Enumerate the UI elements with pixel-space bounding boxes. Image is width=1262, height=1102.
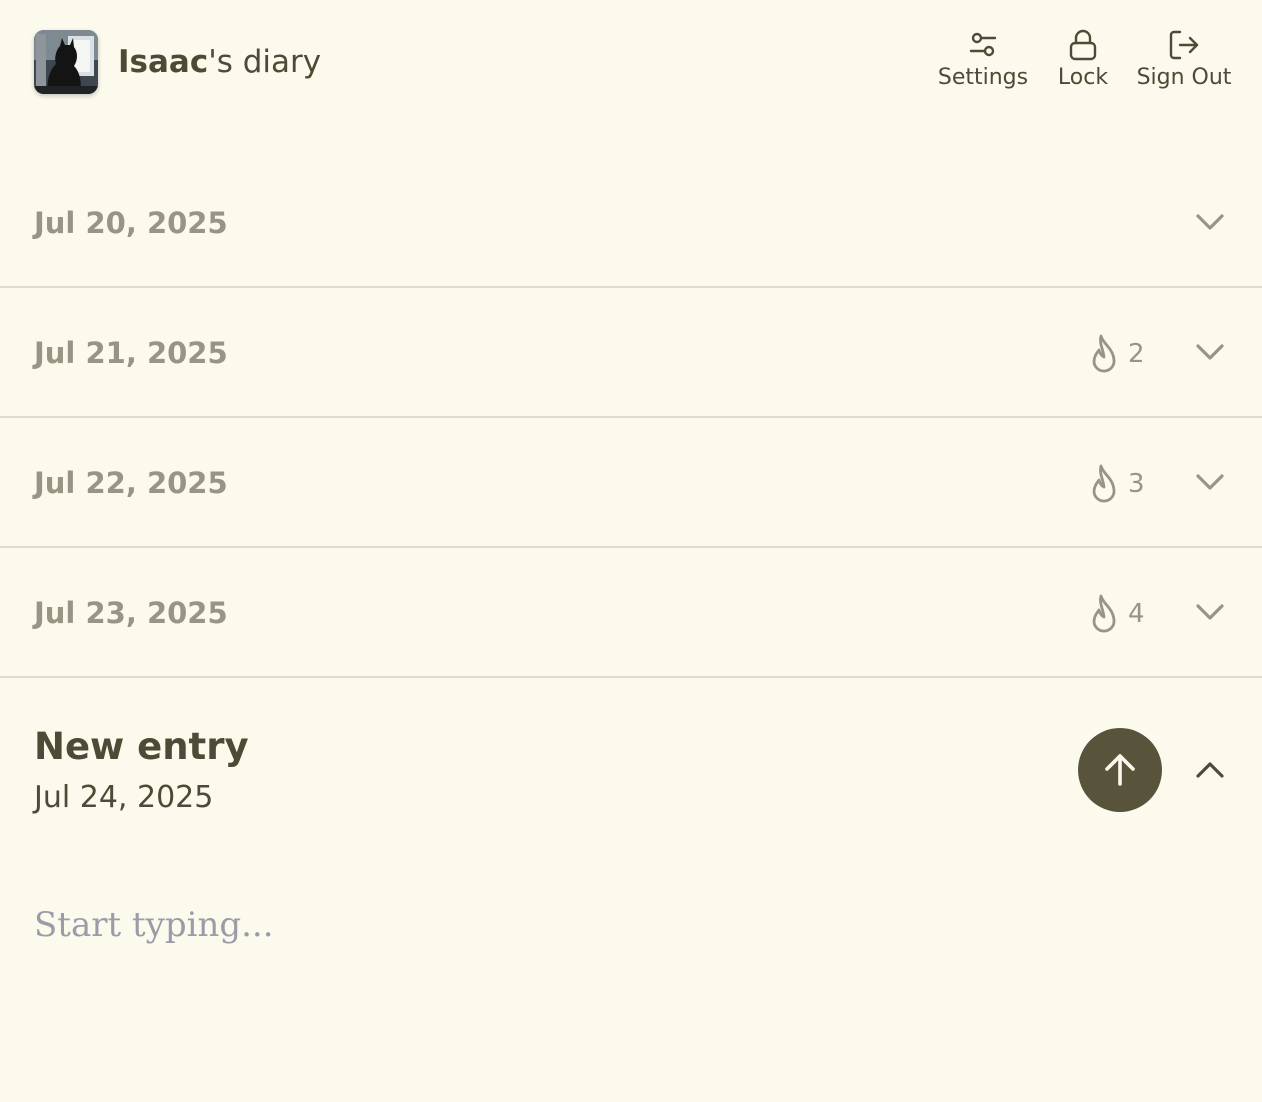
avatar [34,30,98,94]
lock-label: Lock [1057,65,1109,90]
app-title: Isaac's diary [118,42,321,82]
chevron-down-icon[interactable] [1192,334,1228,370]
new-entry-panel: New entry Jul 24, 2025 [0,678,1262,1102]
chevron-down-icon[interactable] [1192,594,1228,630]
black-cat-photo-icon [34,30,98,94]
new-entry-title: New entry [34,725,249,768]
entry-date: Jul 20, 2025 [34,206,228,240]
sign-out-icon [1169,30,1199,60]
entry-date: Jul 23, 2025 [34,596,228,630]
settings-label: Settings [937,65,1029,90]
submit-entry-button[interactable] [1078,728,1162,812]
sign-out-button[interactable]: Sign Out [1130,28,1238,96]
chevron-down-icon[interactable] [1192,204,1228,240]
streak-count: 4 [1128,599,1145,629]
flame-icon [1092,464,1116,503]
arrow-up-icon [1105,754,1135,786]
settings-button[interactable]: Settings [930,28,1036,96]
entry-row[interactable]: Jul 22, 2025 3 [0,418,1262,548]
flame-icon [1092,334,1116,373]
lock-icon [1069,29,1097,61]
entry-row[interactable]: Jul 20, 2025 [0,158,1262,288]
lock-button[interactable]: Lock [1050,28,1116,96]
chevron-up-icon[interactable] [1192,752,1228,788]
streak-badge: 2 [1086,332,1145,376]
entry-row[interactable]: Jul 21, 2025 2 [0,288,1262,418]
sign-out-label: Sign Out [1136,65,1232,90]
streak-badge: 4 [1086,592,1145,636]
flame-icon [1092,594,1116,633]
entry-row[interactable]: Jul 23, 2025 4 [0,548,1262,678]
streak-count: 3 [1128,469,1145,499]
chevron-down-icon[interactable] [1192,464,1228,500]
sliders-icon [969,32,997,57]
app-title-suffix: 's diary [208,44,322,80]
streak-count: 2 [1128,339,1145,369]
entry-text-editor[interactable] [34,902,1224,1082]
entry-date: Jul 22, 2025 [34,466,228,500]
streak-badge: 3 [1086,462,1145,506]
app-header: Isaac's diary Settings Lock Sign Out [0,0,1262,124]
new-entry-date: Jul 24, 2025 [34,780,214,815]
entry-date: Jul 21, 2025 [34,336,228,370]
app-title-name: Isaac [118,44,209,80]
